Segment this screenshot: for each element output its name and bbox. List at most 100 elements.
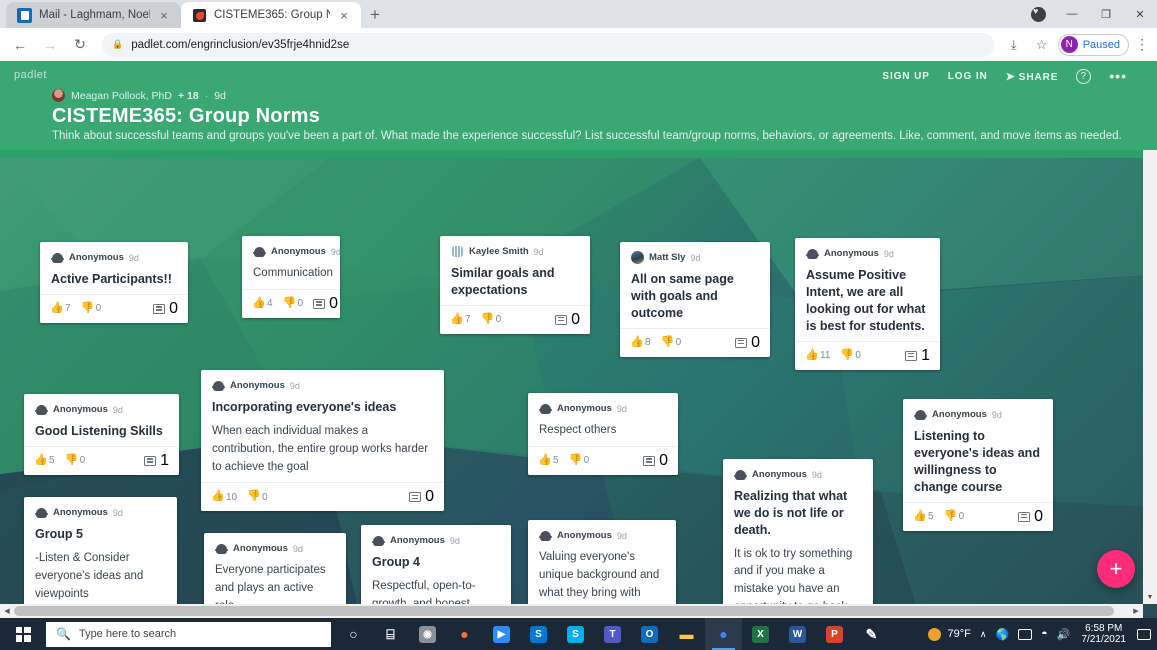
padlet-canvas[interactable]: Anonymous 9d Active Participants!! 👍 7 👎 0 0 Ano…	[0, 158, 1157, 618]
sign-up-button[interactable]: SIGN UP	[882, 71, 929, 82]
post-card[interactable]: Anonymous 9d Communication 👍 4 👎 0 0	[242, 236, 340, 318]
tab-close-icon[interactable]: ×	[337, 8, 351, 23]
forward-icon[interactable]: →	[36, 31, 64, 59]
comment-button[interactable]: 1	[905, 347, 930, 365]
word-icon[interactable]: W	[779, 618, 816, 650]
skype-icon[interactable]: S	[557, 618, 594, 650]
dislike-button[interactable]: 👎 0	[65, 454, 86, 467]
battery-icon[interactable]	[1018, 628, 1033, 640]
install-app-icon[interactable]: ⤓	[1002, 33, 1026, 57]
comment-button[interactable]: 0	[313, 295, 338, 313]
browser-tab-padlet[interactable]: CISTEME365: Group Norms ×	[181, 2, 361, 28]
show-hidden-icons-icon[interactable]: ∧	[980, 629, 987, 640]
post-card[interactable]: Matt Sly 9d All on same page with goals an…	[620, 242, 770, 357]
paint-3d-icon[interactable]: ✎	[853, 618, 890, 650]
dislike-button[interactable]: 👎 0	[283, 297, 304, 310]
address-bar[interactable]: 🔒 padlet.com/engrinclusion/ev35frje4hnid…	[102, 32, 994, 57]
log-in-button[interactable]: LOG IN	[948, 71, 988, 82]
tab-close-icon[interactable]: ×	[157, 8, 171, 23]
camera-icon[interactable]: ◉	[409, 618, 446, 650]
like-button[interactable]: 👍 11	[805, 349, 830, 362]
comment-count: 0	[425, 488, 434, 506]
cortana-icon[interactable]: ○	[335, 618, 372, 650]
close-window-button[interactable]: ✕	[1123, 0, 1157, 28]
wifi-icon[interactable]: ◓	[1041, 628, 1048, 640]
comment-button[interactable]: 0	[409, 488, 434, 506]
contributor-count[interactable]: + 18	[178, 90, 199, 102]
scroll-right-icon[interactable]: ▶	[1129, 604, 1143, 618]
post-author-row: Anonymous 9d	[372, 534, 500, 547]
new-tab-button[interactable]: +	[361, 2, 389, 28]
task-view-icon[interactable]: ⌸	[372, 618, 409, 650]
post-card[interactable]: Anonymous 9d Active Participants!! 👍 7 👎 0 0	[40, 242, 188, 323]
dislike-button[interactable]: 👎 0	[569, 454, 590, 467]
post-card[interactable]: Anonymous 9d Listening to everyone's ideas…	[903, 399, 1053, 531]
dislike-button[interactable]: 👎 0	[81, 302, 102, 315]
chrome-icon[interactable]: ●	[705, 618, 742, 650]
start-button[interactable]	[0, 618, 46, 650]
post-card[interactable]: Anonymous 9d Good Listening Skills 👍 5 👎 0 1	[24, 394, 179, 475]
add-post-button[interactable]: +	[1097, 550, 1135, 588]
powerpoint-icon[interactable]: P	[816, 618, 853, 650]
notification-icon[interactable]	[1137, 628, 1151, 640]
comment-button[interactable]: 0	[643, 452, 668, 470]
horizontal-scrollbar[interactable]: ◀ ▶	[0, 604, 1143, 618]
like-button[interactable]: 👍 10	[211, 491, 237, 503]
dislike-button[interactable]: 👎 0	[481, 313, 502, 326]
omnibox-actions: ⤓ ☆ N Paused ⋮	[1002, 33, 1151, 57]
teams-icon[interactable]: T	[594, 618, 631, 650]
avatar	[212, 379, 225, 392]
minimize-button[interactable]: —	[1055, 0, 1089, 28]
comment-button[interactable]: 0	[735, 334, 760, 352]
post-card[interactable]: Anonymous 9d Incorporating everyone's idea…	[201, 370, 444, 512]
post-card[interactable]: Anonymous 9d Assume Positive Intent, we ar…	[795, 238, 940, 370]
firefox-icon[interactable]: ●	[446, 618, 483, 650]
like-count: 7	[65, 303, 71, 315]
like-button[interactable]: 👍 7	[450, 313, 471, 326]
dislike-button[interactable]: 👎 0	[944, 510, 965, 523]
comment-button[interactable]: 0	[555, 311, 580, 329]
like-button[interactable]: 👍 7	[50, 302, 71, 315]
dislike-button[interactable]: 👎 0	[247, 491, 268, 503]
dislike-button[interactable]: 👎 0	[840, 349, 861, 362]
profile-button[interactable]: N Paused	[1057, 33, 1129, 56]
clock[interactable]: 6:58 PM 7/21/2021	[1080, 623, 1129, 646]
back-icon[interactable]: ←	[6, 31, 34, 59]
scroll-down-icon[interactable]: ▼	[1143, 590, 1157, 604]
chrome-menu-icon[interactable]: ⋮	[1133, 36, 1151, 53]
post-card[interactable]: Anonymous 9d Respect others 👍 5 👎 0 0	[528, 393, 678, 475]
comment-button[interactable]: 1	[144, 452, 169, 470]
reload-icon[interactable]: ↻	[66, 31, 94, 59]
post-card[interactable]: Kaylee Smith 9d Similar goals and expectat…	[440, 236, 590, 334]
share-button[interactable]: ➤ SHARE	[1006, 70, 1059, 83]
onedrive-icon[interactable]: 🌎	[995, 628, 1009, 641]
comment-button[interactable]: 0	[153, 300, 178, 318]
dislike-button[interactable]: 👎 0	[661, 336, 682, 349]
bookmark-star-icon[interactable]: ☆	[1030, 33, 1054, 57]
browser-tab-outlook[interactable]: Mail - Laghmam, Noelle - Outloo ×	[6, 2, 181, 28]
scroll-left-icon[interactable]: ◀	[0, 604, 14, 618]
maximize-button[interactable]: ❐	[1089, 0, 1123, 28]
weather-widget[interactable]: 79°F	[928, 627, 971, 641]
extension-badge-icon[interactable]	[1021, 0, 1055, 28]
post-card[interactable]: Anonymous 9d Realizing that what we do is …	[723, 459, 873, 618]
taskbar-search-box[interactable]: 🔍 Type here to search	[46, 621, 331, 647]
more-options-icon[interactable]: •••	[1109, 68, 1127, 84]
like-button[interactable]: 👍 4	[252, 297, 273, 310]
like-button[interactable]: 👍 5	[913, 510, 934, 523]
comment-button[interactable]: 0	[1018, 508, 1043, 526]
post-card[interactable]: Anonymous 9d Group 5 -Listen & Consider eve…	[24, 497, 177, 618]
volume-icon[interactable]: 🔊	[1057, 628, 1071, 641]
file-explorer-icon[interactable]: ▬	[668, 618, 705, 650]
zoom-icon[interactable]: ▶	[483, 618, 520, 650]
outlook-icon[interactable]: O	[631, 618, 668, 650]
help-icon[interactable]: ?	[1076, 68, 1092, 84]
horizontal-scroll-thumb[interactable]	[14, 606, 1114, 616]
skype-business-icon[interactable]: S	[520, 618, 557, 650]
like-button[interactable]: 👍 5	[34, 454, 55, 467]
like-button[interactable]: 👍 5	[538, 454, 559, 467]
excel-icon[interactable]: X	[742, 618, 779, 650]
sun-icon	[928, 627, 942, 641]
post-author-row: Anonymous 9d	[253, 245, 340, 258]
like-button[interactable]: 👍 8	[630, 336, 651, 349]
